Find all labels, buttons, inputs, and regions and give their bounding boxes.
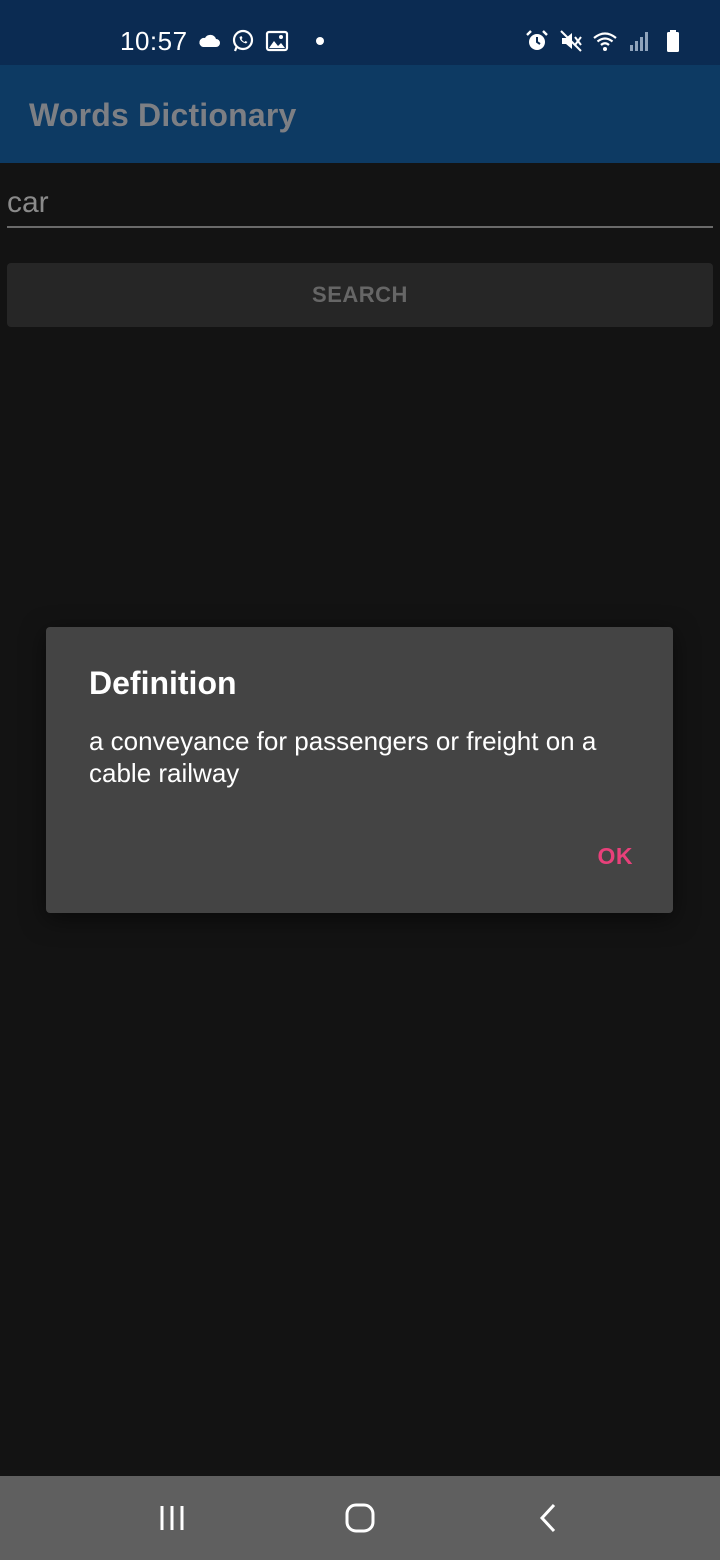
notification-dot-icon (316, 37, 324, 45)
wifi-icon (592, 28, 618, 54)
image-icon (264, 28, 290, 54)
recent-apps-icon[interactable] (150, 1496, 194, 1540)
search-input[interactable]: car (7, 180, 713, 228)
search-button[interactable]: SEARCH (7, 263, 713, 327)
alarm-icon (524, 28, 550, 54)
dialog-title: Definition (89, 665, 237, 701)
signal-icon (626, 28, 652, 54)
app-title: Words Dictionary (29, 97, 297, 133)
whatsapp-icon (230, 28, 256, 54)
search-input-value: car (7, 186, 49, 219)
status-icons-right (524, 28, 686, 54)
ok-button[interactable]: OK (598, 843, 634, 870)
home-icon[interactable] (338, 1496, 382, 1540)
back-icon[interactable] (526, 1496, 570, 1540)
cloud-icon (196, 28, 222, 54)
navigation-bar (0, 1476, 720, 1560)
status-time: 10:57 (120, 26, 188, 56)
dialog-message: a conveyance for passengers or freight o… (89, 726, 597, 788)
app-bar: Words Dictionary (0, 65, 720, 163)
status-bar: 10:57 (0, 0, 720, 65)
definition-dialog: Definition a conveyance for passengers o… (46, 627, 673, 913)
status-icons-left (196, 28, 324, 54)
mute-icon (558, 28, 584, 54)
battery-icon (660, 28, 686, 54)
